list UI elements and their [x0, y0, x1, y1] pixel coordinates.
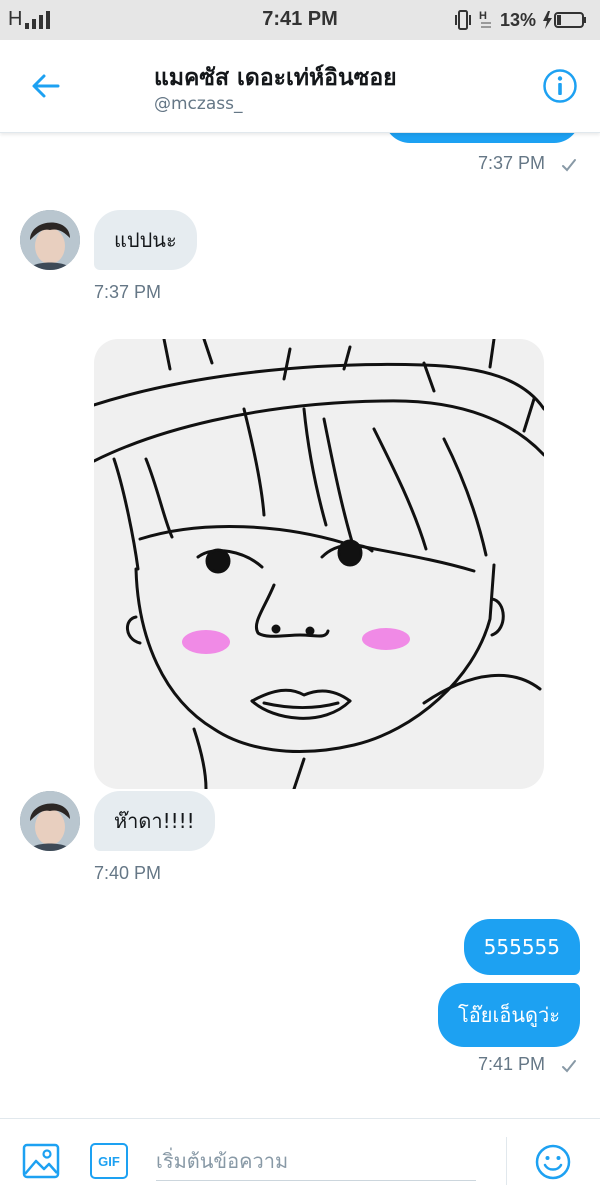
info-icon[interactable] [542, 68, 578, 104]
no-data-icon: H [479, 10, 491, 28]
incoming-message-bubble[interactable]: แปปนะ [94, 210, 197, 270]
message-timestamp: 7:41 PM [478, 1054, 546, 1074]
avatar[interactable] [20, 791, 80, 851]
image-icon[interactable] [22, 1143, 60, 1179]
sketch-drawing-image [94, 339, 544, 789]
emoji-icon[interactable] [534, 1143, 572, 1181]
gif-icon[interactable]: GIF [90, 1143, 128, 1179]
message-image[interactable] [94, 339, 544, 789]
avatar-photo [20, 791, 80, 851]
svg-text:H: H [479, 10, 487, 22]
outgoing-message-bubble[interactable]: โอ๊ยเอ็นดูว่ะ [438, 983, 580, 1047]
sent-check-icon [562, 159, 576, 172]
sent-check-icon [562, 1060, 576, 1073]
gif-label: GIF [98, 1153, 120, 1169]
back-arrow-icon[interactable] [28, 68, 64, 104]
incoming-message-bubble[interactable]: ห๊าดา!!!! [94, 791, 215, 851]
conversation-handle[interactable]: @mczass_ [154, 94, 242, 114]
conversation-header: แมคซัส เดอะเท่ห์อินซอย @mczass_ [0, 40, 600, 133]
composer-divider [506, 1137, 507, 1185]
battery-percent: 13% [499, 9, 536, 30]
avatar-photo [20, 210, 80, 270]
conversation-name[interactable]: แมคซัส เดอะเท่ห์อินซอย [154, 60, 397, 96]
message-timestamp: 7:37 PM [94, 282, 162, 302]
status-bar: H 7:41 PM H 13% [0, 0, 600, 40]
outgoing-message-bubble[interactable] [384, 133, 580, 143]
outgoing-message-bubble[interactable]: 555555 [463, 919, 580, 975]
message-timestamp: 7:37 PM [478, 153, 546, 173]
avatar[interactable] [20, 210, 80, 270]
vibrate-icon [454, 10, 471, 30]
message-timestamp: 7:40 PM [94, 863, 162, 883]
battery-charging-icon [543, 11, 586, 29]
message-list[interactable]: 7:37 PM แปปนะ 7:37 PM ห๊าดา!!!! 7:40 PM … [0, 133, 600, 1118]
message-input[interactable] [156, 1137, 476, 1181]
status-right-group: H 13% [454, 8, 588, 32]
message-composer: GIF [0, 1118, 600, 1200]
